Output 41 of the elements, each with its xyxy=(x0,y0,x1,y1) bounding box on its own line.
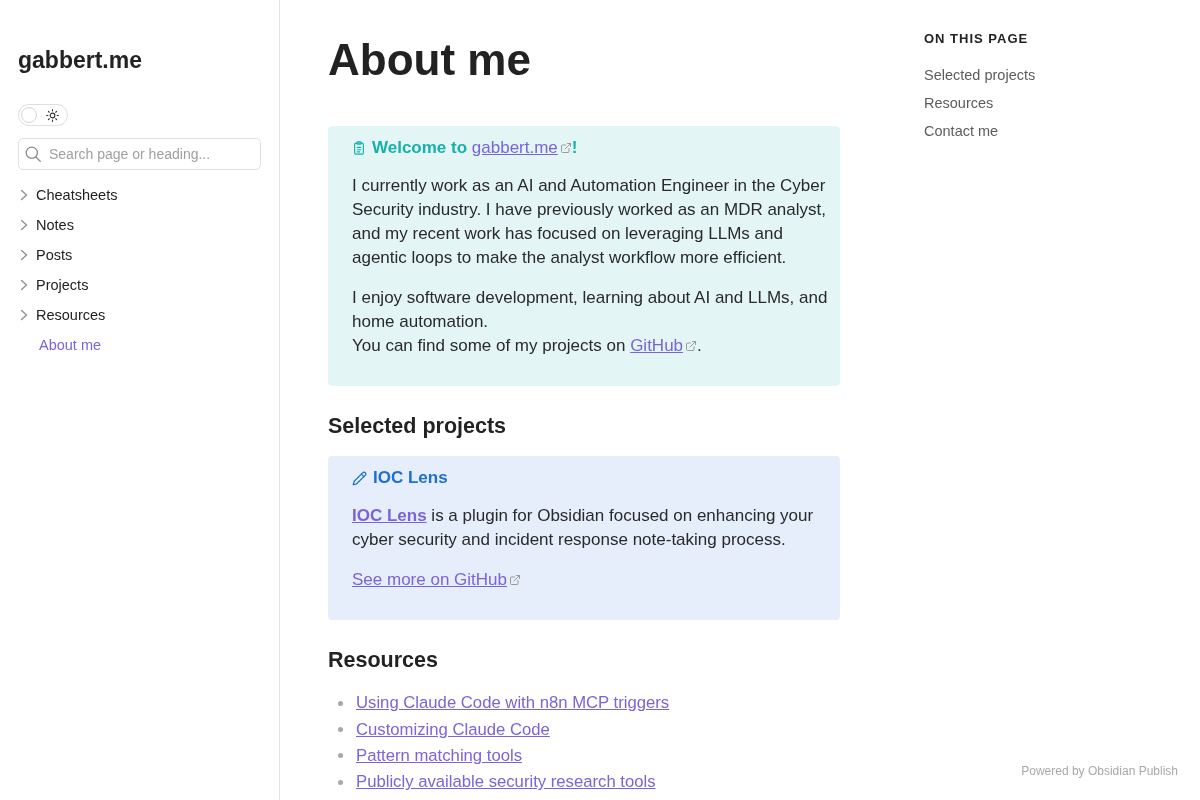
paragraph: I currently work as an AI and Automation Engineer in the Cyber Security industry. I have previously worked as an MDR analyst, and my recent work has focused on leveraging LLMs and agentic loops to make the analyst workflow more efficient. xyxy=(352,175,827,269)
toc-heading: ON THIS PAGE xyxy=(924,30,1029,48)
bullet-icon xyxy=(338,700,343,706)
resource-link[interactable]: Pattern matching tools xyxy=(356,745,523,766)
site-title[interactable]: gabbert.me xyxy=(18,46,142,74)
external-link-icon xyxy=(559,142,572,154)
resource-link[interactable]: Using Claude Code with n8n MCP triggers xyxy=(356,693,670,714)
clipboard-icon xyxy=(352,141,366,155)
bullet-icon xyxy=(338,779,343,785)
section-heading: Selected projects xyxy=(328,413,508,440)
nav-item[interactable]: Projects xyxy=(18,270,89,300)
nav-item[interactable]: Notes xyxy=(18,210,74,240)
internal-link[interactable]: IOC Lens xyxy=(352,506,427,525)
callout-title: Welcome to gabbert.me ! xyxy=(372,138,578,158)
external-link-icon xyxy=(508,574,521,586)
bullet-icon xyxy=(338,727,343,733)
search-field[interactable]: Search page or heading... xyxy=(18,138,261,170)
theme-toggle[interactable] xyxy=(18,104,68,126)
external-link[interactable]: GitHub xyxy=(630,336,698,355)
external-link-icon xyxy=(685,340,698,352)
resource-link[interactable]: Customizing Claude Code xyxy=(356,719,550,740)
powered-by-link[interactable]: Powered by Obsidian Publish xyxy=(1021,763,1178,779)
callout-title: IOC Lens xyxy=(373,468,448,488)
search-icon xyxy=(25,146,41,162)
nav-item[interactable]: Posts xyxy=(18,240,73,270)
nav-item[interactable]: Resources xyxy=(18,300,106,330)
toc-link[interactable]: Contact me xyxy=(924,117,999,145)
external-link[interactable]: See more on GitHub xyxy=(352,570,521,589)
page-title: About me xyxy=(328,34,532,86)
paragraph: I enjoy software development, learning about AI and LLMs, and home automation. You can find some of my projects on GitHub . xyxy=(352,287,828,357)
toc-link[interactable]: Selected projects xyxy=(924,61,1036,89)
nav-item[interactable]: About me xyxy=(18,330,102,360)
resource-link[interactable]: Publicly available security research tools xyxy=(356,772,656,793)
nav-item[interactable]: Cheatsheets xyxy=(18,180,118,210)
sun-icon xyxy=(46,108,59,122)
section-heading: Resources xyxy=(328,647,439,674)
toc-link[interactable]: Resources xyxy=(924,89,994,117)
external-link[interactable]: gabbert.me xyxy=(471,138,572,157)
paragraph: IOC Lens is a plugin for Obsidian focused on enhancing your cyber security and incident response note-taking process. xyxy=(352,505,815,551)
bullet-icon xyxy=(338,753,343,759)
pencil-icon xyxy=(352,470,367,486)
